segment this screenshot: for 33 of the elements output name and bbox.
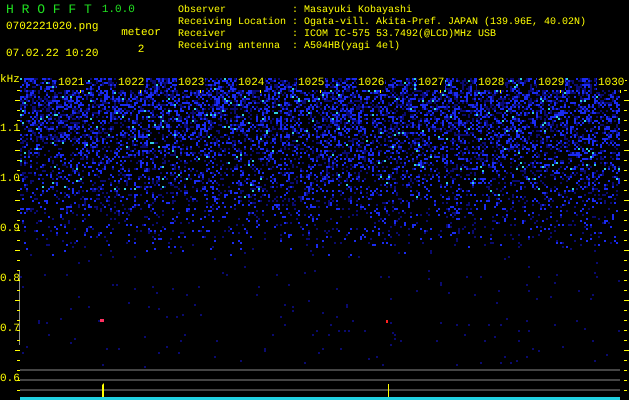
app-title: H R O F F T	[6, 3, 92, 17]
x-axis-label: 1021	[57, 77, 86, 90]
file-name: 0702221020.png	[6, 20, 100, 34]
info-value: Masayuki Kobayashi	[304, 5, 412, 16]
x-axis-label: 1022	[117, 77, 146, 90]
info-label: Receiving Location	[178, 17, 288, 28]
x-axis-label: 1026	[357, 77, 386, 90]
x-axis-label: 1023	[177, 77, 206, 90]
info-separator: :	[292, 5, 300, 17]
y-axis-label: 0.6	[0, 373, 20, 386]
info-label: Receiving antenna	[178, 41, 282, 53]
app-version: 1.0.0	[102, 4, 135, 17]
info-value: ICOM IC-575 53.7492(@LCD)MHz USB	[304, 29, 496, 40]
info-separator: :	[292, 29, 300, 41]
x-axis-label: 1030	[597, 77, 626, 90]
x-axis-label: 1027	[417, 77, 446, 90]
info-value: A504HB(yagi 4el)	[304, 41, 400, 53]
y-axis-label: 0.8	[0, 273, 20, 286]
y-axis-label: 1.0	[0, 173, 20, 186]
meteor-label: meteor	[121, 26, 161, 40]
info-value: Ogata-vill. Akita-Pref. JAPAN (139.96E, 40.02N)	[304, 17, 586, 28]
info-separator: :	[292, 41, 300, 53]
y-axis-label: 0.9	[0, 223, 20, 236]
meteor-count: 2	[138, 43, 144, 57]
x-axis-label: 1024	[237, 77, 266, 90]
y-axis-label: 0.7	[0, 323, 20, 336]
info-label: Receiver	[178, 29, 228, 40]
x-axis-label: 1029	[537, 77, 566, 90]
info-label: Observer	[178, 5, 228, 16]
info-separator: :	[292, 17, 300, 29]
x-axis-label: 1025	[297, 77, 326, 90]
x-axis-label: 1028	[477, 77, 506, 90]
date-time: 07.02.22 10:20	[6, 47, 100, 61]
